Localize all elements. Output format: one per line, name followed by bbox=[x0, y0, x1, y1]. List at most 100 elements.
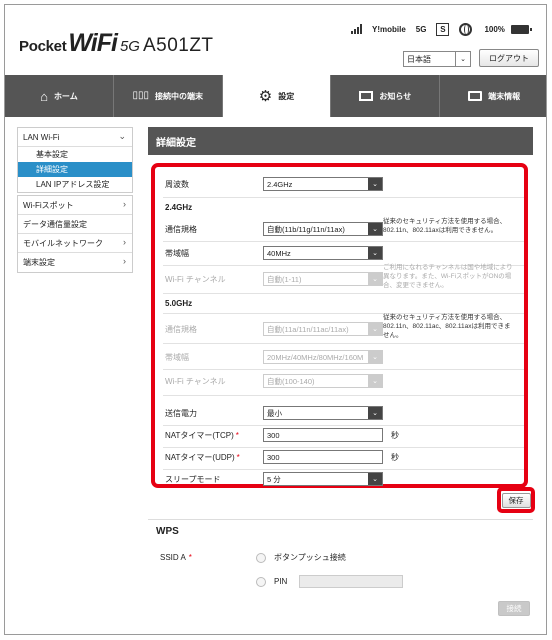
chevron-right-icon: › bbox=[123, 256, 126, 266]
logo-pocket: Pocket bbox=[19, 38, 67, 55]
sleep-row: スリープモード 5 分 ⌄ bbox=[165, 469, 525, 489]
ch5-row: Wi-Fi チャンネル 自動(100-140) ⌄ bbox=[165, 371, 525, 391]
home-icon: ⌂ bbox=[40, 88, 48, 104]
frequency-label: 周波数 bbox=[165, 179, 189, 189]
ch24-label: Wi-Fi チャンネル bbox=[165, 274, 226, 284]
chevron-down-icon: ⌄ bbox=[368, 473, 382, 485]
sidebar-item-mobile-network[interactable]: モバイルネットワーク › bbox=[18, 234, 132, 253]
sidebar-item-detail[interactable]: 詳細設定 bbox=[18, 162, 132, 177]
sidebar-item-wifi-spot[interactable]: Wi-Fiスポット › bbox=[18, 196, 132, 215]
sidebar-item-label: LAN Wi-Fi bbox=[23, 132, 60, 142]
logout-button[interactable]: ログアウト bbox=[479, 49, 539, 67]
wps-title: WPS bbox=[148, 519, 533, 543]
tx-label: 送信電力 bbox=[165, 408, 197, 418]
nat-tcp-input[interactable]: 300 bbox=[263, 428, 383, 442]
std5-note: 従来のセキュリティ方法を使用する場合、802.11n、802.11ac、802.… bbox=[383, 314, 511, 339]
tab-home[interactable]: ⌂ ホーム bbox=[5, 75, 114, 117]
divider bbox=[163, 343, 524, 344]
sidebar-item-lan-wifi[interactable]: LAN Wi-Fi ⌄ bbox=[18, 128, 132, 147]
logo-wifi: WiFi bbox=[68, 29, 118, 57]
frequency-value: 2.4GHz bbox=[267, 179, 293, 189]
sidebar-item-lan-ip[interactable]: LAN IPアドレス設定 bbox=[18, 177, 132, 192]
status-bar: Y!mobile 5G S 100% bbox=[351, 21, 532, 37]
devices-icon: ▯▯▯ bbox=[132, 90, 149, 101]
std24-label: 通信規格 bbox=[165, 224, 197, 234]
wps-push-option[interactable]: ボタンプッシュ接続 bbox=[256, 552, 346, 563]
battery-percent: 100% bbox=[484, 24, 505, 34]
nat-udp-row: NATタイマー(UDP) * 300 秒 bbox=[165, 447, 525, 467]
radio-pin[interactable] bbox=[256, 576, 266, 587]
ch5-select: 自動(100-140) ⌄ bbox=[263, 374, 383, 388]
std5-select: 自動(11a/11n/11ac/11ax) ⌄ bbox=[263, 322, 383, 336]
ch5-value: 自動(100-140) bbox=[267, 376, 315, 386]
bw5-label: 帯域幅 bbox=[165, 352, 189, 362]
pin-input[interactable] bbox=[299, 575, 404, 588]
sidebar-item-label: モバイルネットワーク bbox=[23, 238, 103, 248]
bw24-value: 40MHz bbox=[267, 248, 291, 258]
sidebar-item-basic[interactable]: 基本設定 bbox=[18, 147, 132, 162]
section-5ghz: 5.0GHz bbox=[165, 299, 193, 308]
bw5-row: 帯域幅 20MHz/40MHz/80MHz/160M ⌄ bbox=[165, 347, 525, 367]
chevron-down-icon: ⌄ bbox=[368, 178, 382, 190]
carrier-name: Y!mobile bbox=[372, 24, 406, 34]
monitor-icon bbox=[468, 91, 483, 101]
save-button[interactable]: 保存 bbox=[501, 492, 531, 508]
globe-icon bbox=[459, 22, 473, 36]
nat-tcp-row: NATタイマー(TCP) * 300 秒 bbox=[165, 425, 525, 445]
tab-notifications[interactable]: お知らせ bbox=[331, 75, 441, 117]
divider bbox=[163, 293, 524, 294]
bw24-select[interactable]: 40MHz ⌄ bbox=[263, 246, 383, 260]
wps-pin-label: PIN bbox=[274, 577, 288, 586]
wps-ssid-label: SSID A * bbox=[160, 553, 192, 562]
sleep-select[interactable]: 5 分 ⌄ bbox=[263, 472, 383, 486]
sidebar: LAN Wi-Fi ⌄ 基本設定 詳細設定 LAN IPアドレス設定 Wi-Fi… bbox=[17, 127, 133, 273]
tab-device-info-label: 端末情報 bbox=[488, 91, 521, 101]
language-select[interactable]: 日本語 ⌄ bbox=[403, 51, 471, 67]
std24-select[interactable]: 自動(11b/11g/11n/11ax) ⌄ bbox=[263, 222, 383, 236]
divider bbox=[163, 241, 524, 242]
logo-5g: 5G bbox=[119, 38, 140, 55]
sidebar-group-lan-wifi: LAN Wi-Fi ⌄ 基本設定 詳細設定 LAN IPアドレス設定 bbox=[17, 127, 133, 193]
tab-device-info[interactable]: 端末情報 bbox=[440, 75, 546, 117]
chevron-down-icon: ⌄ bbox=[118, 131, 126, 141]
gear-icon: ⚙ bbox=[258, 87, 273, 105]
chevron-down-icon: ⌄ bbox=[368, 247, 382, 259]
nat-udp-input[interactable]: 300 bbox=[263, 450, 383, 464]
nat-udp-label: NATタイマー(UDP) * bbox=[165, 452, 240, 462]
sleep-value: 5 分 bbox=[267, 474, 281, 484]
bw5-value: 20MHz/40MHz/80MHz/160M bbox=[267, 352, 364, 362]
chevron-right-icon: › bbox=[123, 237, 126, 247]
chevron-down-icon: ⌄ bbox=[368, 273, 382, 285]
logo: Pocket WiFi 5G A501ZT bbox=[19, 29, 214, 59]
chevron-down-icon: ⌄ bbox=[368, 323, 382, 335]
wps-push-label: ボタンプッシュ接続 bbox=[274, 553, 346, 562]
std5-value: 自動(11a/11n/11ac/11ax) bbox=[267, 324, 349, 334]
signal-icon bbox=[351, 24, 362, 34]
nat-tcp-label: NATタイマー(TCP) * bbox=[165, 430, 239, 440]
tab-settings-label: 設定 bbox=[278, 91, 295, 101]
tab-settings[interactable]: ⚙ 設定 bbox=[222, 75, 332, 117]
sidebar-item-data-usage[interactable]: データ通信量設定 bbox=[18, 215, 132, 234]
sidebar-item-device-settings[interactable]: 端末設定 › bbox=[18, 253, 132, 272]
language-value: 日本語 bbox=[407, 54, 431, 64]
settings-highlight-box: 周波数 2.4GHz ⌄ 2.4GHz 通信規格 自動(11b/11g/11n/… bbox=[151, 163, 528, 488]
network-type: 5G bbox=[415, 24, 427, 34]
tab-devices[interactable]: ▯▯▯ 接続中の端末 bbox=[114, 75, 223, 117]
ch24-select: 自動(1-11) ⌄ bbox=[263, 272, 383, 286]
save-highlight-box: 保存 bbox=[497, 487, 535, 513]
frequency-row: 周波数 2.4GHz ⌄ bbox=[165, 174, 525, 194]
section-2-4ghz: 2.4GHz bbox=[165, 203, 193, 212]
tab-home-label: ホーム bbox=[53, 91, 78, 101]
chevron-down-icon: ⌄ bbox=[368, 375, 382, 387]
sleep-label: スリープモード bbox=[165, 474, 221, 484]
connect-button[interactable]: 接続 bbox=[498, 601, 530, 616]
frequency-select[interactable]: 2.4GHz ⌄ bbox=[263, 177, 383, 191]
chevron-down-icon: ⌄ bbox=[368, 407, 382, 419]
sidebar-group-other: Wi-Fiスポット › データ通信量設定 モバイルネットワーク › 端末設定 › bbox=[17, 195, 133, 273]
tab-notifications-label: お知らせ bbox=[379, 91, 412, 101]
tx-select[interactable]: 最小 ⌄ bbox=[263, 406, 383, 420]
wps-pin-option[interactable]: PIN bbox=[256, 575, 404, 588]
radio-push[interactable] bbox=[256, 552, 266, 563]
chevron-down-icon: ⌄ bbox=[455, 52, 470, 66]
bw24-label: 帯域幅 bbox=[165, 248, 189, 258]
